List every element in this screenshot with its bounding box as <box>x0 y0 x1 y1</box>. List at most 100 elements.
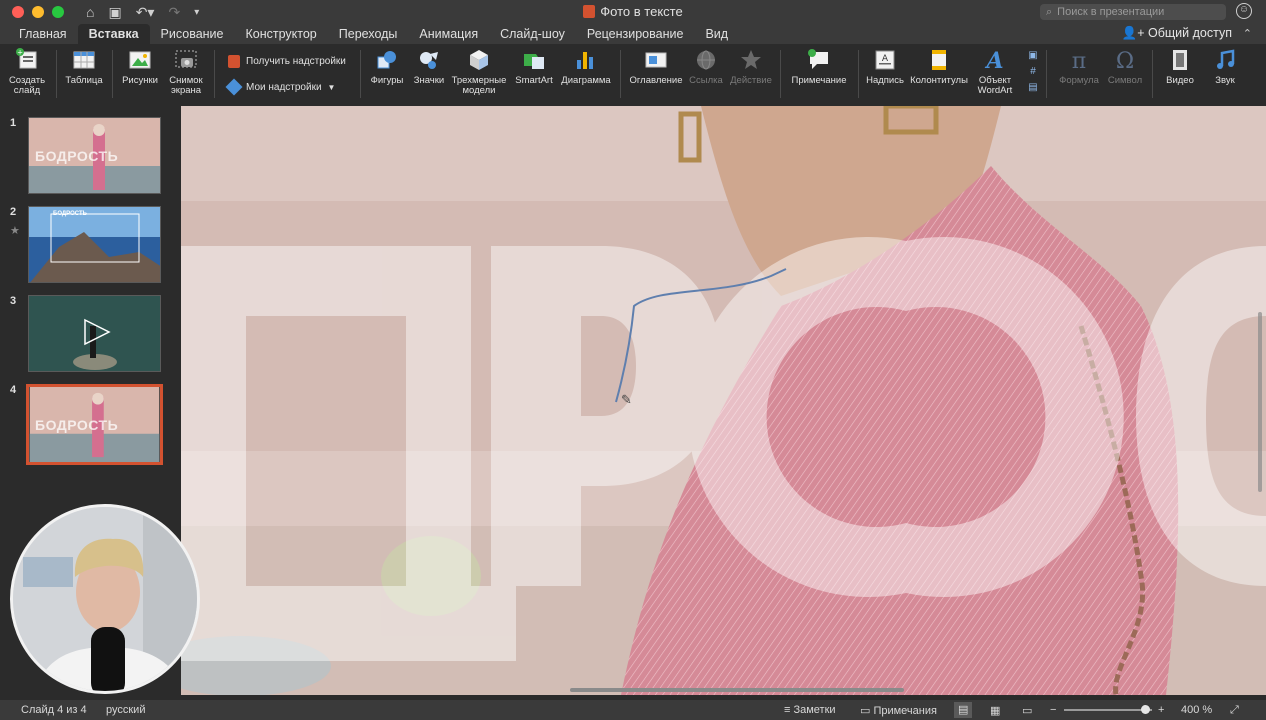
maximize-window-button[interactable] <box>52 6 64 18</box>
horizontal-scrollbar[interactable] <box>570 688 904 692</box>
tab-review[interactable]: Рецензирование <box>576 24 695 44</box>
window-controls <box>12 6 64 18</box>
search-icon: ⌕ <box>1046 5 1053 18</box>
link-label: Ссылка <box>689 75 723 86</box>
textbox-button[interactable]: A Надпись <box>862 48 908 86</box>
collapse-ribbon-icon[interactable]: ⌃ <box>1243 27 1252 40</box>
slide-number-icon[interactable]: # <box>1026 64 1040 80</box>
smartart-icon <box>524 54 544 69</box>
home-icon[interactable]: ⌂ <box>86 4 94 20</box>
slide-counter: Слайд 4 из 4 <box>21 704 87 716</box>
tab-view[interactable]: Вид <box>694 24 739 44</box>
redo-icon[interactable]: ↷ <box>168 4 180 21</box>
zoom-out-icon[interactable]: − <box>1050 704 1056 716</box>
slide-2-preview <box>29 207 160 282</box>
undo-icon[interactable]: ↶▾ <box>136 4 155 21</box>
notes-label: Заметки <box>793 704 836 716</box>
date-time-icon[interactable]: ▣ <box>1026 48 1040 64</box>
header-footer-icon <box>932 50 946 70</box>
header-footer-button[interactable]: Колонтитулы <box>908 48 970 86</box>
zoom-level[interactable]: 400 % <box>1181 704 1212 716</box>
ribbon-insert: + Создать слайд Таблица Рисунки Снимок экр… <box>0 44 1266 106</box>
ribbon-separator <box>112 50 113 98</box>
share-button[interactable]: 👤+ Общий доступ <box>1122 26 1232 41</box>
status-bar: Слайд 4 из 4 русский ≡ Заметки ▭ Примеча… <box>0 700 1266 720</box>
icons-icon <box>420 52 438 69</box>
slide-thumbnail-3[interactable] <box>28 295 161 372</box>
pi-icon: π <box>1072 49 1086 72</box>
tab-design[interactable]: Конструктор <box>234 24 327 44</box>
minimize-window-button[interactable] <box>32 6 44 18</box>
smartart-button[interactable]: SmartArt <box>512 48 556 86</box>
chevron-down-icon: ▼ <box>327 82 336 92</box>
slide-canvas[interactable]: ✎ <box>181 106 1266 695</box>
shapes-icon <box>377 51 396 69</box>
comment-button[interactable]: Примечание <box>786 48 852 86</box>
search-placeholder: Поиск в презентации <box>1057 6 1165 18</box>
close-window-button[interactable] <box>12 6 24 18</box>
shapes-button[interactable]: Фигуры <box>366 48 408 86</box>
slide-thumbnail-1[interactable]: БОДРОСТЬ <box>28 117 161 194</box>
window-title-text: Фото в тексте <box>600 4 683 19</box>
reading-view-icon[interactable]: ▭ <box>1022 704 1032 717</box>
search-input[interactable]: ⌕ Поиск в презентации <box>1040 4 1226 20</box>
slide-thumbnail-4[interactable]: БОДРОСТЬ <box>26 384 163 465</box>
tab-draw[interactable]: Рисование <box>150 24 235 44</box>
small-insert-icons: ▣ # ▤ <box>1026 48 1040 96</box>
equation-button[interactable]: π Формула <box>1054 48 1104 86</box>
3d-models-button[interactable]: Трехмерные модели <box>448 48 510 96</box>
tab-home[interactable]: Главная <box>8 24 78 44</box>
star-action-icon <box>741 50 761 69</box>
notes-button[interactable]: ≡ Заметки <box>784 704 836 716</box>
video-button[interactable]: Видео <box>1158 48 1202 86</box>
screenshot-button[interactable]: Снимок экрана <box>164 48 208 96</box>
pictures-icon <box>129 51 151 69</box>
chart-button[interactable]: Диаграмма <box>558 48 614 86</box>
fit-to-window-icon[interactable]: ⤢ <box>1230 704 1239 717</box>
pictures-button[interactable]: Рисунки <box>118 48 162 86</box>
comments-button[interactable]: ▭ Примечания <box>860 704 937 717</box>
symbol-button[interactable]: Ω Символ <box>1104 48 1146 86</box>
wordart-icon: A <box>984 48 1003 72</box>
quick-access-toolbar: ⌂ ▣ ↶▾ ↷ ▾ <box>86 4 199 21</box>
slide-thumbnail-2[interactable]: БОДРОСТЬ <box>28 206 161 283</box>
slide-sorter-icon[interactable]: ▦ <box>990 704 1000 717</box>
object-icon[interactable]: ▤ <box>1026 80 1040 96</box>
normal-view-icon[interactable]: ▤ <box>954 702 973 718</box>
tab-insert[interactable]: Вставка <box>77 24 150 44</box>
svg-text:A: A <box>984 48 1003 72</box>
icons-button[interactable]: Значки <box>410 48 448 86</box>
tab-transitions[interactable]: Переходы <box>328 24 409 44</box>
smartart-label: SmartArt <box>515 75 553 86</box>
toc-label: Оглавление <box>629 75 683 86</box>
toc-button[interactable]: Оглавление <box>626 48 686 86</box>
my-addins-button[interactable]: Мои надстройки ▼ <box>225 78 336 96</box>
zoom-in-icon[interactable]: + <box>1158 704 1164 716</box>
video-label: Видео <box>1166 75 1194 86</box>
film-icon <box>1173 50 1187 70</box>
feedback-smiley-icon[interactable]: ☺ <box>1236 3 1252 19</box>
audio-button[interactable]: Звук <box>1204 48 1246 86</box>
table-button[interactable]: Таблица <box>62 48 106 86</box>
comment-small-icon: ▭ <box>860 705 874 717</box>
tab-slideshow[interactable]: Слайд-шоу <box>489 24 576 44</box>
my-addins-label: Мои надстройки <box>246 81 322 93</box>
zoom-slider[interactable] <box>1064 709 1152 711</box>
zoom-slider-handle[interactable] <box>1141 705 1150 714</box>
omega-icon: Ω <box>1116 49 1134 72</box>
thumbnail-number: 3 <box>10 295 17 307</box>
slide-4-title: БОДРОСТЬ <box>35 417 119 433</box>
3d-models-label-2: модели <box>462 85 496 96</box>
action-button[interactable]: Действие <box>728 48 774 86</box>
tab-animations[interactable]: Анимация <box>408 24 489 44</box>
wordart-button[interactable]: A Объект WordArt <box>972 48 1018 96</box>
get-addins-button[interactable]: Получить надстройки <box>228 55 346 68</box>
language-indicator[interactable]: русский <box>106 704 145 716</box>
customize-toolbar-icon[interactable]: ▾ <box>194 7 199 18</box>
icons-label: Значки <box>413 75 445 86</box>
new-slide-button[interactable]: + Создать слайд <box>6 48 48 96</box>
vertical-scrollbar[interactable] <box>1258 312 1262 492</box>
save-icon[interactable]: ▣ <box>108 4 121 21</box>
link-button[interactable]: Ссылка <box>688 48 724 86</box>
get-addins-label: Получить надстройки <box>246 56 346 67</box>
